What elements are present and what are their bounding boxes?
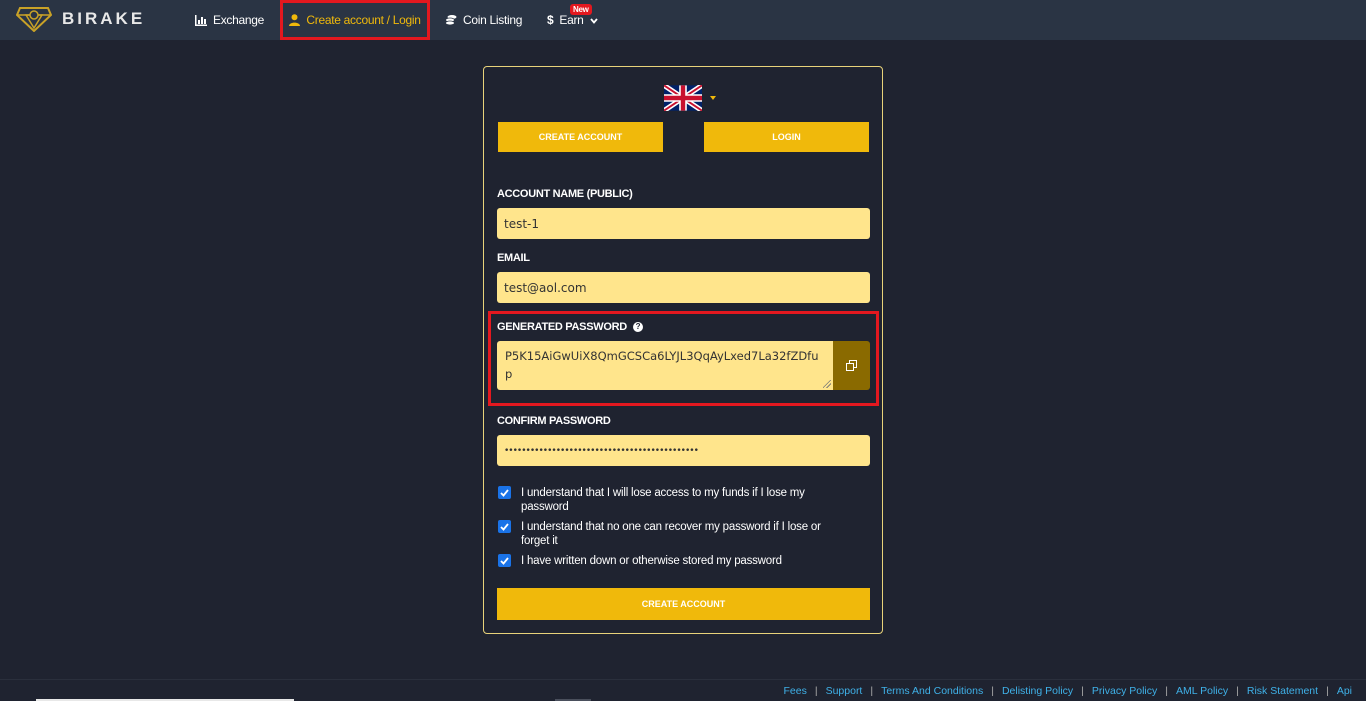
footer-separator: |: [1165, 685, 1168, 697]
checkmark-icon: [500, 522, 509, 531]
nav-exchange[interactable]: Exchange: [195, 0, 264, 40]
new-badge: New: [570, 4, 592, 15]
footer-link-fees[interactable]: Fees: [784, 685, 807, 697]
nav-create-account-login[interactable]: Create account / Login: [280, 0, 430, 40]
nav-coin-listing[interactable]: Coin Listing: [445, 0, 522, 40]
confirm-password-label: CONFIRM PASSWORD: [497, 415, 611, 427]
checkbox-row-stored-password[interactable]: I have written down or otherwise stored …: [498, 554, 838, 568]
generated-password-highlight: [488, 311, 879, 406]
footer-links: Fees | Support | Terms And Conditions | Delist…: [784, 685, 1353, 697]
footer-link-api[interactable]: Api: [1337, 685, 1352, 697]
caret-down-icon: [710, 96, 716, 100]
dollar-icon: $: [547, 13, 554, 27]
uk-flag-icon: [664, 85, 702, 111]
footer: Fees | Support | Terms And Conditions | Delist…: [0, 679, 1366, 701]
language-selector[interactable]: [664, 85, 716, 111]
checkbox-stored-password[interactable]: [498, 554, 511, 567]
footer-separator: |: [814, 685, 818, 697]
checkbox-label-lose-access: I understand that I will lose access to …: [521, 487, 805, 513]
account-name-label: ACCOUNT NAME (PUBLIC): [497, 188, 633, 200]
logo-text: BIRAKE: [62, 9, 146, 28]
footer-separator: |: [870, 685, 874, 697]
nav-earn-dropdown[interactable]: $ Earn New: [547, 0, 598, 40]
login-tab[interactable]: LOGIN: [704, 122, 869, 152]
logo[interactable]: BIRAKE: [16, 6, 145, 32]
footer-link-risk-statement[interactable]: Risk Statement: [1247, 685, 1318, 697]
footer-link-terms-and-conditions[interactable]: Terms And Conditions: [881, 685, 983, 697]
nav-exchange-label: Exchange: [213, 13, 264, 27]
footer-separator: |: [1326, 685, 1329, 697]
nav-create-label: Create account / Login: [306, 13, 421, 27]
coins-icon: [445, 14, 457, 26]
footer-separator: |: [1081, 685, 1084, 697]
footer-separator: |: [991, 685, 994, 697]
account-name-input[interactable]: test-1: [497, 208, 870, 239]
confirm-password-input[interactable]: ••••••••••••••••••••••••••••••••••••••••…: [497, 435, 870, 466]
email-input[interactable]: test@aol.com: [497, 272, 870, 303]
email-label: EMAIL: [497, 252, 530, 264]
checkbox-row-lose-access[interactable]: I understand that I will lose access to …: [498, 486, 838, 514]
checkbox-label-stored-password: I have written down or otherwise stored …: [521, 555, 782, 567]
top-navigation-bar: BIRAKE Exchange Create account / Login C…: [0, 0, 1366, 40]
bar-chart-icon: [195, 14, 207, 26]
create-account-tab[interactable]: CREATE ACCOUNT: [498, 122, 663, 152]
footer-link-privacy-policy[interactable]: Privacy Policy: [1092, 685, 1157, 697]
checkmark-icon: [500, 556, 509, 565]
checkbox-no-recovery[interactable]: [498, 520, 511, 533]
footer-link-support[interactable]: Support: [826, 685, 863, 697]
checkbox-row-no-recovery[interactable]: I understand that no one can recover my …: [498, 520, 838, 548]
diamond-logo-icon: [16, 7, 52, 32]
footer-separator: |: [1236, 685, 1239, 697]
checkbox-lose-access[interactable]: [498, 486, 511, 499]
nav-coin-listing-label: Coin Listing: [463, 13, 523, 27]
checkbox-label-no-recovery: I understand that no one can recover my …: [521, 521, 821, 547]
user-icon: [289, 14, 301, 26]
chevron-down-icon: [589, 13, 598, 27]
create-account-submit-button[interactable]: CREATE ACCOUNT: [497, 588, 870, 620]
nav-earn-label: Earn: [559, 13, 584, 27]
footer-link-delisting-policy[interactable]: Delisting Policy: [1002, 685, 1073, 697]
footer-link-aml-policy[interactable]: AML Policy: [1176, 685, 1228, 697]
checkmark-icon: [500, 488, 509, 497]
